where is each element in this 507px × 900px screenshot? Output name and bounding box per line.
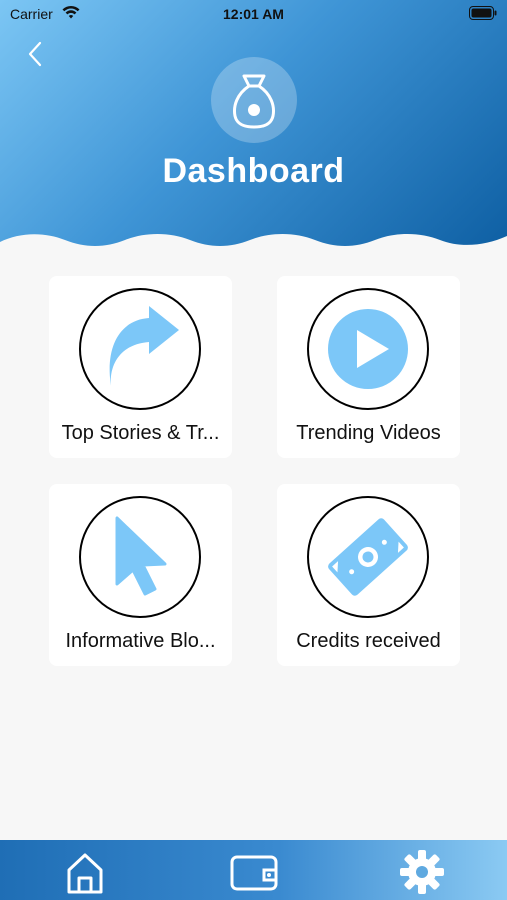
card-informative-blogs[interactable]: Informative Blo...	[49, 484, 232, 666]
battery-icon	[469, 6, 497, 20]
card-label: Top Stories & Tr...	[61, 422, 220, 444]
status-time: 12:01 AM	[223, 6, 284, 22]
card-label: Trending Videos	[296, 422, 441, 444]
card-icon-circle	[79, 496, 201, 618]
gear-icon	[400, 850, 444, 894]
back-button[interactable]	[22, 38, 50, 70]
card-top-stories[interactable]: Top Stories & Tr...	[49, 276, 232, 458]
card-label: Informative Blo...	[65, 630, 216, 652]
tab-bar	[0, 840, 507, 900]
home-icon	[67, 853, 103, 894]
card-label: Credits received	[296, 630, 441, 652]
page-title: Dashboard	[162, 152, 345, 190]
play-icon	[328, 309, 408, 389]
tab-wallet[interactable]	[230, 848, 278, 896]
money-bill-icon	[328, 518, 408, 596]
cursor-pointer-icon	[115, 516, 167, 596]
card-credits-received[interactable]: Credits received	[277, 484, 460, 666]
card-trending-videos[interactable]: Trending Videos	[277, 276, 460, 458]
money-bag-icon	[233, 74, 275, 129]
card-icon-circle	[307, 288, 429, 410]
tab-settings[interactable]	[398, 848, 446, 896]
app-logo	[211, 57, 297, 143]
header: Carrier 12:01 AM Dashboard	[0, 0, 507, 250]
wallet-icon	[230, 855, 278, 891]
share-arrow-icon	[109, 306, 179, 386]
header-wave	[0, 234, 507, 252]
status-bar: Carrier 12:01 AM	[0, 0, 507, 28]
card-icon-circle	[307, 496, 429, 618]
tab-home[interactable]	[61, 848, 109, 896]
card-icon-circle	[79, 288, 201, 410]
